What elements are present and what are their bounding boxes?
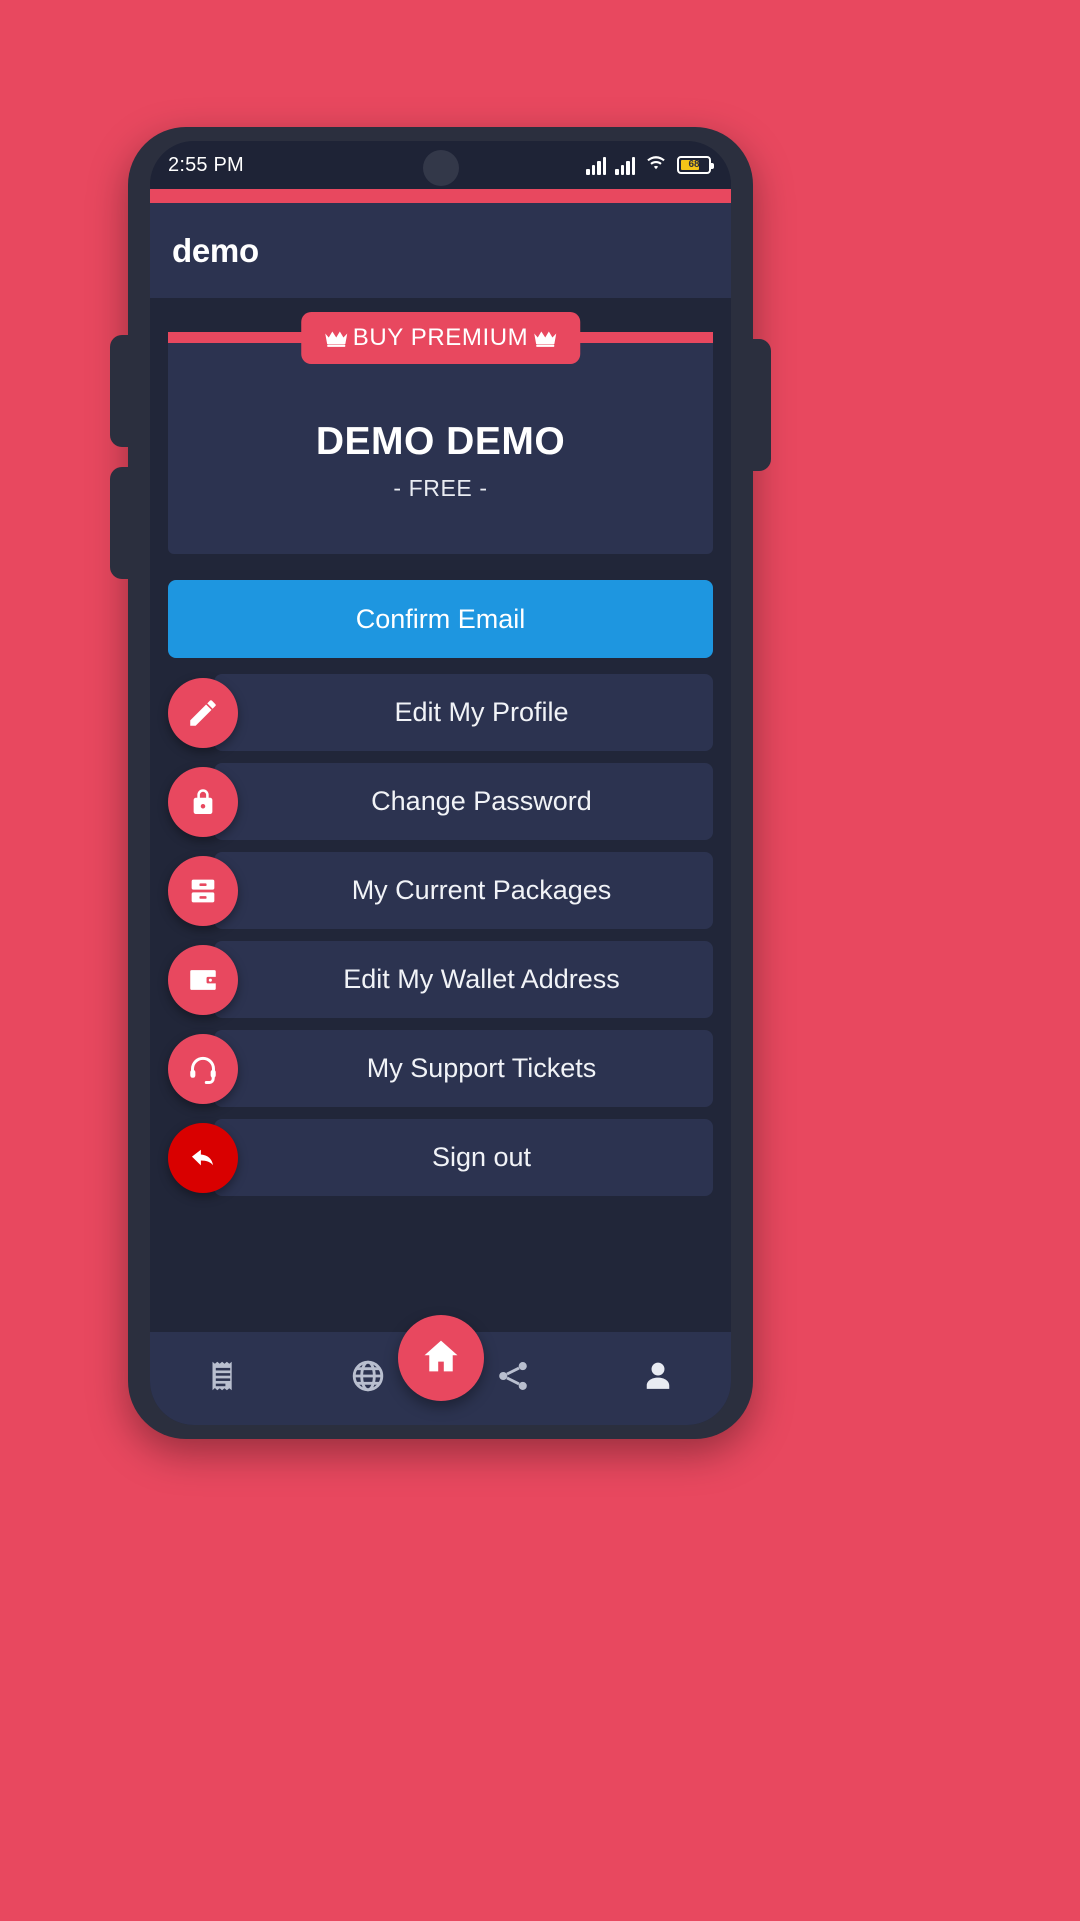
menu-item-edit-profile[interactable]: Edit My Profile (168, 674, 713, 751)
nav-item-home[interactable] (397, 1315, 484, 1401)
lock-icon (168, 766, 238, 837)
status-bar-icons: 68 (586, 153, 714, 178)
menu-row-background: Change Password (214, 763, 713, 840)
volume-down-button[interactable] (110, 467, 132, 579)
volume-up-button[interactable] (110, 335, 132, 447)
menu-item-edit-wallet-address[interactable]: Edit My Wallet Address (168, 941, 713, 1018)
profile-card: BUY PREMIUM DEMO DEMO - FREE - (168, 312, 713, 554)
nav-item-receipt[interactable] (188, 1344, 258, 1414)
profile-name: DEMO DEMO (315, 420, 566, 463)
crown-icon (323, 328, 349, 348)
menu-row-background: Edit My Wallet Address (214, 941, 713, 1018)
app-bar: demo (150, 203, 731, 298)
profile-plan-badge: - FREE - (393, 475, 488, 501)
menu-item-label: Edit My Profile (394, 697, 569, 727)
menu-item-change-password[interactable]: Change Password (168, 763, 713, 840)
headset-icon (168, 1033, 238, 1104)
nav-item-share[interactable] (478, 1344, 548, 1414)
main-content: BUY PREMIUM DEMO DEMO - FREE - Confirm E… (150, 298, 731, 1332)
nav-item-profile[interactable] (623, 1344, 693, 1414)
menu-row-background: Edit My Profile (214, 674, 713, 751)
front-camera-notch (422, 150, 459, 186)
menu-row-background: My Current Packages (214, 852, 713, 929)
accent-divider (150, 189, 731, 203)
receipt-icon (205, 1358, 241, 1399)
back-arrow-icon (168, 1122, 238, 1193)
crown-icon-right (532, 328, 558, 348)
share-icon (495, 1358, 531, 1399)
home-icon (420, 1335, 462, 1382)
archive-icon (168, 855, 238, 926)
battery-icon: 68 (677, 156, 714, 174)
bottom-navigation-bar (150, 1315, 731, 1425)
globe-icon (350, 1358, 386, 1399)
pencil-icon (168, 677, 238, 748)
menu-item-sign-out[interactable]: Sign out (168, 1119, 713, 1196)
wifi-icon (644, 153, 668, 178)
phone-frame: 2:55 PM 68 demo BUY PREMIUM DEMO DEMO - … (110, 127, 771, 1439)
confirm-email-button[interactable]: Confirm Email (168, 580, 713, 658)
battery-level-text: 68 (688, 159, 700, 170)
menu-item-label: Change Password (371, 786, 592, 816)
menu-item-label: My Current Packages (351, 875, 612, 905)
menu-item-support-tickets[interactable]: My Support Tickets (168, 1030, 713, 1107)
status-bar: 2:55 PM 68 (150, 141, 731, 189)
menu-item-label: My Support Tickets (366, 1053, 597, 1083)
menu-row-background: My Support Tickets (214, 1030, 713, 1107)
buy-premium-label: BUY PREMIUM (352, 324, 529, 351)
status-bar-time: 2:55 PM (168, 153, 244, 176)
wallet-icon (168, 944, 238, 1015)
buy-premium-button[interactable]: BUY PREMIUM (300, 312, 581, 364)
menu-item-current-packages[interactable]: My Current Packages (168, 852, 713, 929)
power-button[interactable] (749, 339, 771, 471)
menu-item-label: Edit My Wallet Address (343, 964, 620, 994)
menu-item-label: Sign out (431, 1142, 532, 1172)
page-title: demo (172, 231, 259, 269)
menu-row-background: Sign out (214, 1119, 713, 1196)
account-menu-list: Edit My Profile Change Password My Curre… (168, 674, 713, 1196)
confirm-email-label: Confirm Email (355, 603, 526, 634)
phone-screen: 2:55 PM 68 demo BUY PREMIUM DEMO DEMO - … (150, 141, 731, 1425)
nav-item-globe[interactable] (333, 1344, 403, 1414)
signal-bars-icon-sim1 (586, 155, 606, 175)
person-icon (640, 1358, 676, 1399)
signal-bars-icon-sim2 (615, 155, 635, 175)
